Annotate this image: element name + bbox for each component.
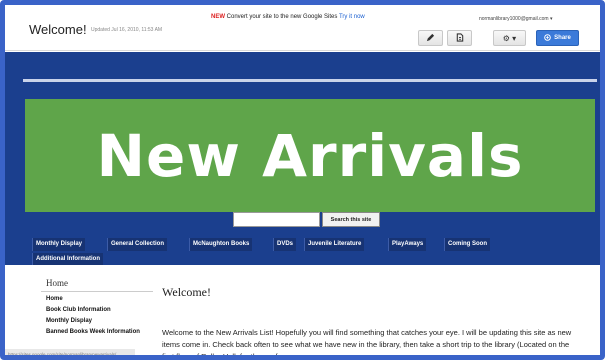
edit-page-button[interactable]: [418, 30, 443, 46]
updated-timestamp: Updated Jul 16, 2010, 11:53 AM: [91, 27, 163, 33]
sidebar-heading: Home: [41, 278, 153, 292]
nav-item-dvds[interactable]: DVDs: [273, 238, 297, 251]
nav-item-playaways[interactable]: PlayAways: [388, 238, 427, 251]
site-header: New Arrivals Search this site Monthly Di…: [5, 52, 600, 266]
nav-item-general-collection[interactable]: General Collection: [107, 238, 168, 251]
share-label: Share: [554, 35, 571, 41]
promo-try-link[interactable]: Try it now: [339, 14, 365, 20]
page-title: Welcome!: [29, 22, 87, 37]
search-site-button[interactable]: Search this site: [322, 212, 380, 227]
google-sites-toolbar: Welcome! Updated Jul 16, 2010, 11:53 AM …: [5, 5, 600, 51]
sidebar-item-home[interactable]: Home: [41, 295, 153, 303]
promo-new-badge: NEW: [211, 14, 225, 20]
share-button[interactable]: Share: [536, 30, 579, 46]
main-heading: Welcome!: [162, 285, 212, 299]
nav-item-juvenile-literature[interactable]: Juvenile Literature: [304, 238, 365, 251]
gear-icon: ⚙ ▾: [502, 33, 517, 43]
settings-dropdown-button[interactable]: ⚙ ▾: [493, 30, 526, 46]
browser-frame: Welcome! Updated Jul 16, 2010, 11:53 AM …: [0, 0, 605, 360]
sidebar-item-banned-books[interactable]: Banned Books Week Information: [41, 328, 153, 336]
sidebar-item-monthly-display[interactable]: Monthly Display: [41, 317, 153, 325]
share-icon: [544, 33, 551, 43]
pencil-icon: [426, 33, 435, 44]
status-bar-url: https://sites.google.com/site/normanlibr…: [5, 349, 135, 355]
nav-item-mcnaughton-books[interactable]: McNaughton Books: [189, 238, 253, 251]
page-content: Home Home Book Club Information Monthly …: [5, 265, 600, 360]
nav-item-coming-soon[interactable]: Coming Soon: [444, 238, 490, 251]
banner-text: New Arrivals: [96, 121, 524, 190]
new-page-button[interactable]: [447, 30, 472, 46]
promo-banner: NEW Convert your site to the new Google …: [211, 14, 365, 20]
promo-text: Convert your site to the new Google Site…: [226, 14, 338, 20]
site-search-input[interactable]: [233, 212, 320, 227]
sidebar-item-book-club[interactable]: Book Club Information: [41, 306, 153, 314]
new-page-icon: [456, 32, 464, 44]
account-email[interactable]: normanlibrary1000@gmail.com ▾: [479, 16, 552, 22]
header-divider: [23, 79, 597, 82]
welcome-paragraph: Welcome to the New Arrivals List! Hopefu…: [162, 328, 572, 360]
nav-item-monthly-display[interactable]: Monthly Display: [32, 238, 86, 251]
new-arrivals-banner: New Arrivals: [25, 99, 595, 212]
sidebar: Home Home Book Club Information Monthly …: [41, 278, 153, 336]
